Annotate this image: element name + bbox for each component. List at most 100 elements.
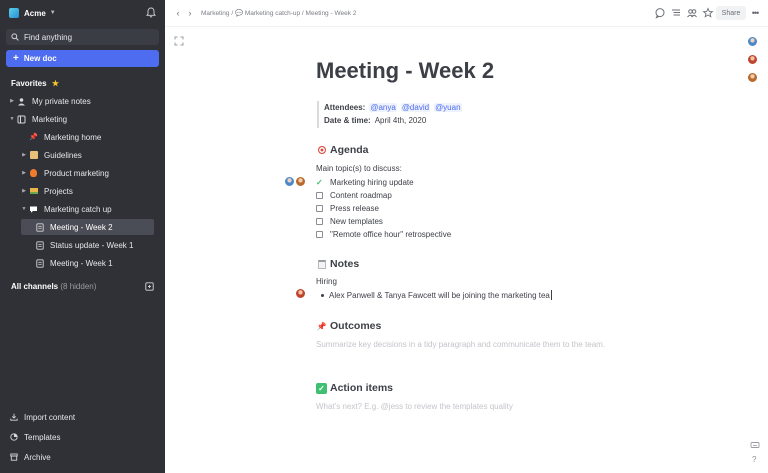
sidebar-item-label: Product marketing (44, 168, 109, 178)
members-icon[interactable] (686, 7, 698, 19)
favorites-label: Favorites (11, 79, 47, 88)
bullet-dot (321, 293, 324, 297)
chevron-down-icon[interactable]: ▼ (20, 206, 28, 212)
agenda-heading-text: Agenda (330, 144, 369, 156)
search-label: Find anything (24, 32, 73, 42)
chevron-down-icon: ▼ (49, 10, 56, 16)
workspace-switcher[interactable]: Acme ▼ (9, 7, 56, 19)
comment-icon[interactable] (654, 7, 666, 19)
speech-bubble-icon (28, 204, 39, 215)
todo-item[interactable]: ✓ Marketing hiring update (316, 176, 414, 188)
date-label: Date & time: (324, 116, 371, 125)
notes-heading[interactable]: Notes (316, 258, 359, 270)
templates-icon (10, 433, 18, 441)
sidebar-item-guidelines[interactable]: ▶ Guidelines (20, 147, 158, 163)
todo-item[interactable]: "Remote office hour" retrospective (316, 228, 451, 240)
scroll-icon (28, 150, 39, 161)
star-icon: ★ (51, 79, 59, 88)
todo-item[interactable]: Press release (316, 202, 379, 214)
archive-button[interactable]: Archive (10, 450, 51, 464)
todo-item[interactable]: New templates (316, 215, 383, 227)
notes-subheading[interactable]: Hiring (316, 277, 337, 286)
favorites-header[interactable]: Favorites ★ (11, 79, 59, 88)
top-bar: ‹ › Marketing / 💬 Marketing catch-up / M… (165, 0, 768, 27)
document-icon (34, 258, 45, 269)
avatar[interactable] (295, 288, 306, 299)
expand-icon[interactable] (174, 36, 184, 46)
more-icon[interactable]: ••• (749, 6, 761, 20)
templates-button[interactable]: Templates (10, 430, 60, 444)
sidebar-item-product-marketing[interactable]: ▶ Product marketing (20, 165, 158, 181)
hidden-count: (8 hidden) (60, 282, 97, 291)
sidebar-item-label: Projects (44, 186, 73, 196)
sidebar-item-label: Status update - Week 1 (50, 240, 134, 250)
help-button[interactable]: ? (752, 455, 756, 464)
mention[interactable]: @yuan (434, 103, 462, 112)
action-items-heading[interactable]: ✓ Action items (316, 382, 393, 394)
import-content-button[interactable]: Import content (10, 410, 75, 424)
share-button[interactable]: Share (716, 6, 746, 20)
sidebar-item-label: My private notes (32, 96, 91, 106)
sidebar-item-marketing-catch-up[interactable]: ▼ Marketing catch up (20, 201, 158, 217)
todo-item[interactable]: Content roadmap (316, 189, 392, 201)
agenda-heading[interactable]: Agenda (316, 144, 369, 156)
mention[interactable]: @anya (369, 103, 397, 112)
action-items-placeholder[interactable]: What's next? E.g. @jess to review the te… (316, 400, 616, 413)
checkbox[interactable] (316, 191, 323, 199)
star-outline-icon[interactable] (702, 7, 714, 19)
archive-icon (10, 453, 18, 461)
avatar[interactable] (295, 176, 306, 187)
search-icon (11, 33, 19, 41)
sidebar-item-meeting-week-2[interactable]: Meeting - Week 2 (21, 219, 154, 235)
checkbox[interactable] (316, 204, 323, 212)
checkmark-icon[interactable]: ✓ (316, 178, 323, 186)
notepad-icon (316, 259, 327, 270)
chevron-right-icon[interactable]: ▶ (20, 188, 28, 194)
date-value: April 4th, 2020 (374, 116, 427, 125)
back-icon[interactable]: ‹ (173, 8, 183, 18)
text-cursor (550, 290, 552, 300)
attendees-row: Attendees: @anya @david @yuan (324, 101, 466, 114)
sidebar-item-status-update-week-1[interactable]: Status update - Week 1 (21, 237, 154, 253)
list-item[interactable]: Alex Panwell & Tanya Fawcett will be joi… (321, 290, 552, 300)
todo-label: Content roadmap (330, 190, 392, 200)
chevron-right-icon[interactable]: ▶ (20, 152, 28, 158)
sidebar-item-marketing-home[interactable]: 📌 Marketing home (28, 129, 158, 145)
templates-label: Templates (24, 432, 61, 442)
agenda-intro[interactable]: Main topic(s) to discuss: (316, 164, 402, 173)
sidebar-item-projects[interactable]: ▶ Projects (20, 183, 158, 199)
chevron-right-icon[interactable]: ▶ (20, 170, 28, 176)
outcomes-placeholder[interactable]: Summarize key decisions in a tidy paragr… (316, 338, 616, 351)
avatar[interactable] (747, 72, 758, 83)
forward-icon[interactable]: › (185, 8, 195, 18)
breadcrumb[interactable]: Marketing / 💬 Marketing catch-up / Meeti… (201, 9, 356, 17)
sidebar: Acme ▼ Find anything + New doc Favorites… (0, 0, 165, 473)
sidebar-item-label: Meeting - Week 1 (50, 258, 113, 268)
avatar[interactable] (747, 54, 758, 65)
all-channels-header[interactable]: All channels (8 hidden) (11, 282, 96, 291)
chevron-down-icon[interactable]: ▼ (8, 116, 16, 122)
table-of-contents-icon[interactable] (670, 7, 682, 19)
sidebar-item-meeting-week-1[interactable]: Meeting - Week 1 (21, 255, 154, 271)
sidebar-item-my-private-notes[interactable]: ▶ My private notes (8, 93, 158, 109)
outcomes-heading[interactable]: 📌 Outcomes (316, 320, 382, 332)
chevron-right-icon[interactable]: ▶ (8, 98, 16, 104)
search-input[interactable]: Find anything (6, 29, 159, 45)
bell-icon[interactable] (146, 7, 156, 18)
pin-icon: 📌 (29, 134, 38, 141)
sidebar-item-marketing[interactable]: ▼ Marketing (8, 111, 158, 127)
checkbox[interactable] (316, 230, 323, 238)
sidebar-item-label: Marketing (32, 114, 68, 124)
page-title[interactable]: Meeting - Week 2 (316, 58, 494, 84)
document-icon (34, 240, 45, 251)
sidebar-item-label: Marketing catch up (44, 204, 112, 214)
checkbox[interactable] (316, 217, 323, 225)
avatar[interactable] (747, 36, 758, 47)
person-icon (16, 96, 27, 107)
new-channel-icon[interactable] (145, 282, 154, 291)
avatar[interactable] (284, 176, 295, 187)
new-doc-button[interactable]: + New doc (6, 50, 159, 67)
mention[interactable]: @david (400, 103, 431, 112)
keyboard-shortcuts-icon[interactable] (750, 440, 760, 450)
workspace-name: Acme (24, 8, 46, 18)
